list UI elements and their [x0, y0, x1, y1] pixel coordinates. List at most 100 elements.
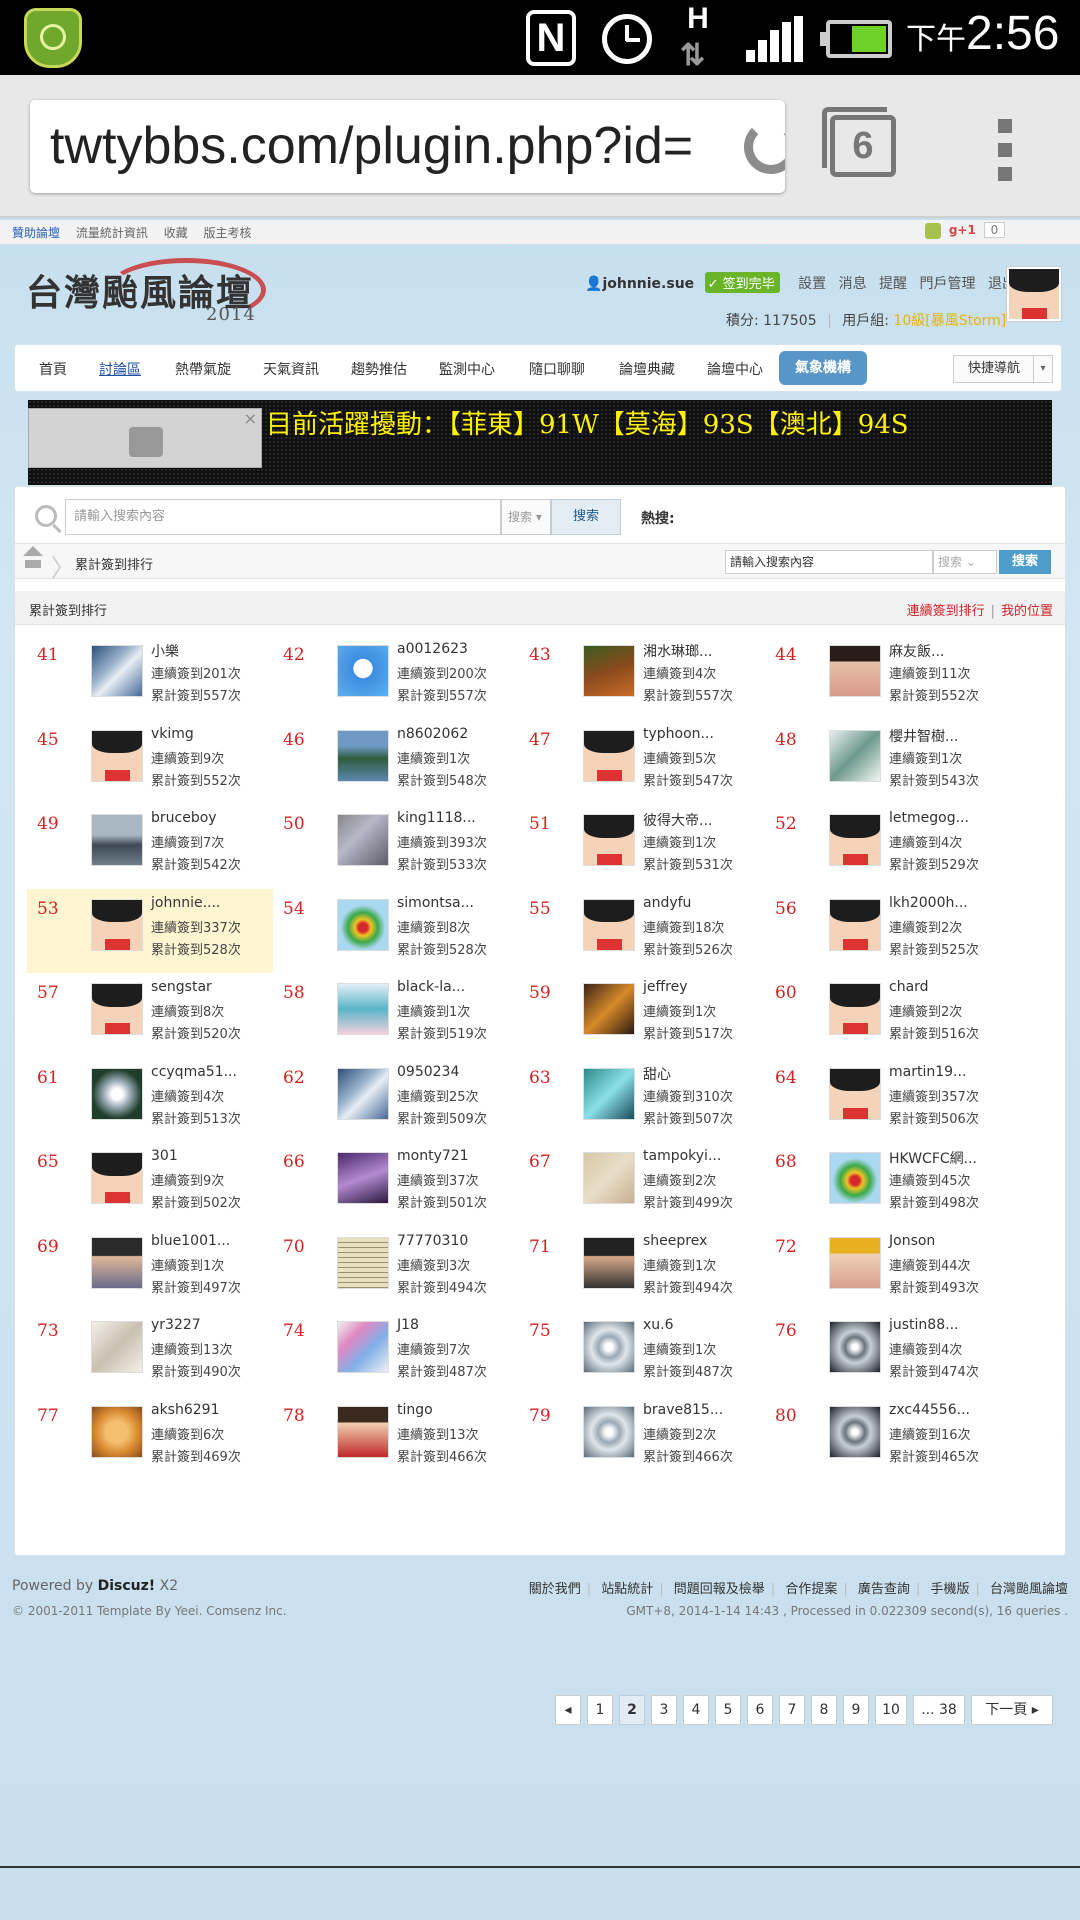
username-link[interactable]: letmegog...: [889, 810, 969, 826]
search-type-select[interactable]: 搜索 ▾: [501, 499, 551, 535]
username-link[interactable]: vkimg: [151, 726, 194, 742]
username-link[interactable]: n8602062: [397, 726, 468, 742]
user-avatar-default-face[interactable]: [91, 1152, 143, 1204]
user-avatar-teal-girl[interactable]: [583, 1067, 635, 1120]
username-link[interactable]: tingo: [397, 1402, 433, 1418]
user-avatar-sketch[interactable]: [91, 1321, 143, 1373]
search-input[interactable]: 請輸入搜索內容: [65, 499, 501, 535]
username-link[interactable]: zxc44556...: [889, 1402, 970, 1418]
quick-nav-dropdown[interactable]: 快捷導航: [953, 355, 1053, 383]
username-link[interactable]: black-la...: [397, 979, 465, 995]
username-link[interactable]: chard: [889, 979, 929, 995]
user-avatar-hurricane[interactable]: [583, 1405, 635, 1458]
user-avatar-texture[interactable]: [337, 814, 389, 866]
page-button[interactable]: 6: [747, 1695, 773, 1725]
user-avatar-map[interactable]: [583, 1152, 635, 1204]
notifications-link[interactable]: 提醒: [879, 276, 907, 292]
user-avatar-radar[interactable]: [829, 1152, 881, 1204]
page-button[interactable]: 9: [843, 1695, 869, 1725]
nav-home[interactable]: 首頁: [39, 359, 67, 379]
gplus-button[interactable]: g+1: [949, 223, 976, 237]
username-link[interactable]: martin19...: [889, 1064, 966, 1080]
user-avatar-colorful[interactable]: [337, 1321, 389, 1373]
my-position-link[interactable]: 我的位置: [1001, 604, 1053, 619]
username-link[interactable]: aksh6291: [151, 1402, 219, 1418]
nav-weather-info[interactable]: 天氣資訊: [263, 359, 319, 379]
streak-ranking-link[interactable]: 連續簽到排行: [907, 604, 985, 619]
user-avatar-default-face[interactable]: [583, 898, 635, 951]
username-link[interactable]: 甜心: [643, 1064, 671, 1084]
username-link[interactable]: 301: [151, 1148, 178, 1164]
username-link[interactable]: xu.6: [643, 1317, 674, 1333]
group-value[interactable]: 10級[暴風Storm]: [893, 313, 1006, 329]
close-icon[interactable]: ×: [244, 409, 257, 428]
username-link[interactable]: jeffrey: [643, 979, 688, 995]
user-avatar-person[interactable]: [91, 1236, 143, 1289]
overflow-menu-icon[interactable]: [998, 119, 1014, 181]
user-avatar-blue-cartoon[interactable]: [337, 645, 389, 697]
username-link[interactable]: ccyqma51...: [151, 1064, 237, 1080]
username-link[interactable]: HKWCFC網...: [889, 1148, 977, 1168]
next-page-button[interactable]: 下一頁 ▸: [971, 1695, 1053, 1725]
site-stats-link[interactable]: 站點統計: [601, 1582, 653, 1597]
username-link[interactable]: sheeprex: [643, 1233, 707, 1249]
user-avatar-hurricane[interactable]: [583, 1321, 635, 1373]
user-avatar-girl[interactable]: [829, 645, 881, 697]
username-link[interactable]: 彼得大帝...: [643, 810, 712, 830]
username-link[interactable]: johnnie.sue: [602, 276, 694, 292]
user-avatar-default-face[interactable]: [583, 814, 635, 866]
username-link[interactable]: bruceboy: [151, 810, 217, 826]
breadcrumb-search-button[interactable]: 搜索: [999, 550, 1051, 574]
breadcrumb-search-select[interactable]: 搜索 ⌄: [933, 550, 997, 574]
user-avatar[interactable]: [1006, 266, 1062, 322]
settings-link[interactable]: 設置: [798, 276, 826, 292]
user-avatar-plant[interactable]: [583, 645, 635, 697]
username-link[interactable]: blue1001...: [151, 1233, 230, 1249]
page-button[interactable]: 8: [811, 1695, 837, 1725]
prev-page-button[interactable]: ◂: [555, 1695, 581, 1725]
favorite-link[interactable]: 收藏: [164, 226, 188, 240]
user-avatar-chibi[interactable]: [337, 1405, 389, 1458]
username-link[interactable]: 麻友飯...: [889, 641, 944, 661]
user-avatar-lake[interactable]: [337, 729, 389, 782]
page-button[interactable]: 7: [779, 1695, 805, 1725]
home-icon[interactable]: [23, 546, 43, 568]
portal-admin-link[interactable]: 門戶管理: [919, 276, 975, 292]
page-button[interactable]: 2: [619, 1695, 645, 1725]
search-button[interactable]: 搜索: [551, 499, 621, 535]
nav-chat[interactable]: 隨口聊聊: [529, 359, 585, 379]
site-logo[interactable]: 台灣颱風論壇 2014: [26, 258, 266, 325]
nav-forum-center[interactable]: 論壇中心: [707, 359, 763, 379]
sponsor-link[interactable]: 贊助論壇: [12, 226, 60, 240]
username-link[interactable]: justin88...: [889, 1317, 958, 1333]
user-avatar-default-face[interactable]: [829, 1067, 881, 1120]
user-avatar-default-face[interactable]: [583, 729, 635, 782]
cooperation-link[interactable]: 合作提案: [785, 1582, 837, 1597]
username-link[interactable]: J18: [397, 1317, 419, 1333]
user-avatar-group-photo[interactable]: [583, 1236, 635, 1289]
user-avatar-newspaper[interactable]: [337, 1236, 389, 1289]
user-avatar-default-face[interactable]: [91, 983, 143, 1035]
user-avatar-anime-mecha[interactable]: [829, 729, 881, 782]
nav-archive[interactable]: 論壇典藏: [619, 359, 675, 379]
user-avatar-hurricane-dark[interactable]: [829, 1405, 881, 1458]
nav-monitoring-center[interactable]: 監測中心: [439, 359, 495, 379]
username-link[interactable]: king1118...: [397, 810, 476, 826]
user-avatar-typhoon[interactable]: [91, 1067, 143, 1120]
page-button[interactable]: 4: [683, 1695, 709, 1725]
username-link[interactable]: andyfu: [643, 895, 691, 911]
user-avatar-anime-girl[interactable]: [337, 983, 389, 1035]
nav-tropical-cyclones[interactable]: 熱帶氣旋: [175, 359, 231, 379]
reload-icon[interactable]: [744, 120, 785, 174]
page-button[interactable]: 5: [715, 1695, 741, 1725]
username-link[interactable]: 0950234: [397, 1064, 459, 1080]
user-avatar-hurricane-dark[interactable]: [829, 1321, 881, 1373]
page-button[interactable]: ... 38: [913, 1695, 965, 1725]
user-avatar-default-face[interactable]: [829, 898, 881, 951]
traffic-stats-link[interactable]: 流量統計資訊: [76, 226, 148, 240]
username-link[interactable]: 櫻井智樹...: [889, 726, 958, 746]
username-link[interactable]: simontsa...: [397, 895, 474, 911]
page-button[interactable]: 10: [875, 1695, 907, 1725]
user-avatar-default-face[interactable]: [829, 814, 881, 866]
user-avatar-satellite[interactable]: [337, 1067, 389, 1120]
